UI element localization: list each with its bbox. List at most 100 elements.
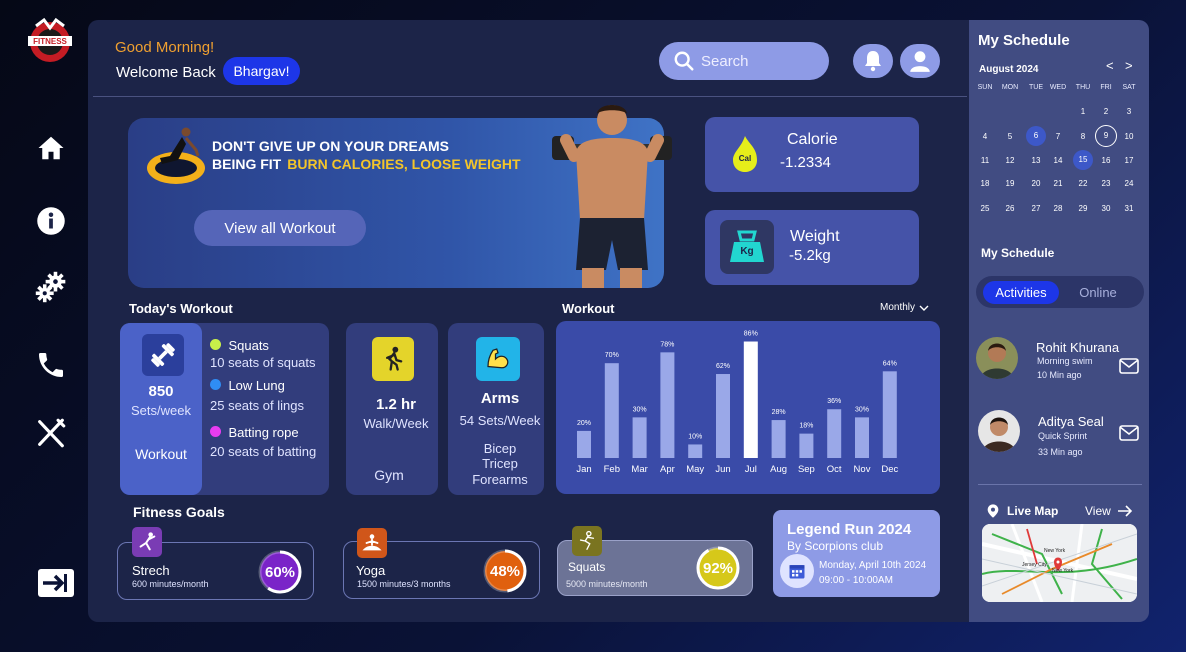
calendar-month: August 2024 — [979, 64, 1039, 75]
calendar-day[interactable]: 30 — [1096, 204, 1116, 213]
weight-badge: Kg — [740, 246, 754, 257]
calendar-day[interactable]: 7 — [1048, 132, 1068, 141]
arms-part-forearms: Forearms — [472, 472, 528, 487]
calendar-weekday: SAT — [1122, 84, 1136, 91]
workout-chart-title: Workout — [562, 301, 615, 316]
calendar-day[interactable]: 5 — [1000, 132, 1020, 141]
calendar-weekday: SUN — [977, 84, 993, 91]
view-all-workout-button[interactable]: View all Workout — [194, 210, 366, 246]
person-activity: Morning swim — [1037, 356, 1093, 366]
gym-label: Gym — [374, 467, 404, 483]
stretch-icon — [132, 527, 162, 557]
calendar-weekday: WED — [1049, 84, 1067, 91]
calendar-day[interactable]: 8 — [1073, 132, 1093, 141]
calendar-day[interactable]: 20 — [1026, 179, 1046, 188]
exercise-desc: 25 seats of lings — [210, 398, 304, 413]
calendar-day[interactable]: 13 — [1026, 156, 1046, 165]
goal-progress-ring: 60% — [257, 549, 303, 595]
calendar-weekday: FRI — [1100, 84, 1112, 91]
period-dropdown[interactable]: Monthly — [880, 302, 929, 313]
calendar-day[interactable]: 17 — [1119, 156, 1139, 165]
notification-button[interactable] — [853, 44, 893, 78]
calendar-day[interactable]: 23 — [1096, 179, 1116, 188]
bar-value-label: 86% — [744, 331, 758, 338]
home-icon[interactable] — [34, 131, 68, 165]
calendar-day[interactable]: 27 — [1026, 204, 1046, 213]
calendar-day[interactable]: 3 — [1119, 107, 1139, 116]
prev-month-button[interactable]: < — [1106, 58, 1114, 73]
mail-icon[interactable] — [1119, 424, 1139, 447]
flame-icon: Cal — [729, 134, 761, 174]
next-month-button[interactable]: > — [1125, 58, 1133, 73]
exercise-name: Batting rope — [228, 425, 299, 440]
bar-jun[interactable] — [716, 374, 730, 458]
x-tick-label: Apr — [660, 464, 675, 475]
live-map[interactable]: New York New York Jersey City — [982, 524, 1137, 602]
bar-jul[interactable] — [743, 341, 758, 458]
mail-icon[interactable] — [1119, 357, 1139, 380]
x-tick-label: Oct — [827, 464, 842, 475]
calendar-day[interactable]: 26 — [1000, 204, 1020, 213]
calendar-weekday: THU — [1075, 84, 1091, 91]
bar-aug[interactable] — [771, 420, 786, 458]
calendar-day[interactable]: 4 — [975, 132, 995, 141]
calendar-day[interactable]: 16 — [1096, 156, 1116, 165]
calorie-badge: Cal — [738, 154, 752, 163]
bar-sep[interactable] — [799, 433, 814, 458]
utensils-icon[interactable] — [34, 416, 68, 450]
bar-mar[interactable] — [632, 417, 647, 458]
tab-online[interactable]: Online — [1070, 281, 1126, 304]
calendar-day[interactable]: 2 — [1096, 107, 1116, 116]
calendar-day[interactable]: 14 — [1048, 156, 1068, 165]
logout-icon[interactable] — [37, 567, 75, 599]
goal-desc: 1500 minutes/3 months — [357, 579, 451, 589]
calendar-day[interactable]: 29 — [1073, 204, 1093, 213]
phone-icon[interactable] — [34, 348, 68, 382]
event-date: Monday, April 10th 2024 — [819, 560, 927, 571]
bar-oct[interactable] — [827, 409, 842, 458]
goal-progress-ring: 48% — [482, 548, 528, 594]
tab-activities[interactable]: Activities — [983, 281, 1059, 304]
bar-jan[interactable] — [577, 430, 591, 458]
bullet-dot — [210, 379, 221, 390]
user-icon — [910, 51, 930, 72]
calendar-day[interactable]: 25 — [975, 204, 995, 213]
exercise-desc: 10 seats of squats — [210, 355, 316, 370]
bar-nov[interactable] — [855, 417, 869, 458]
calendar-day[interactable]: 18 — [975, 179, 995, 188]
search-placeholder: Search — [701, 52, 749, 70]
calendar-day[interactable]: 31 — [1119, 204, 1139, 213]
calendar-day[interactable]: 21 — [1048, 179, 1068, 188]
weight-title: Weight — [790, 228, 840, 245]
bar-apr[interactable] — [660, 352, 675, 458]
calendar-day[interactable]: 15 — [1073, 150, 1093, 170]
calendar-day[interactable]: 9 — [1095, 125, 1117, 147]
bar-dec[interactable] — [882, 371, 897, 458]
calendar-day[interactable]: 6 — [1026, 126, 1046, 146]
workout-sets-value: 850 — [148, 383, 174, 400]
calendar-day[interactable]: 19 — [1000, 179, 1020, 188]
bar-feb[interactable] — [604, 363, 619, 458]
location-pin-icon — [985, 503, 1001, 524]
calendar-day[interactable]: 28 — [1048, 204, 1068, 213]
settings-icon[interactable] — [34, 270, 68, 304]
calendar-day[interactable]: 11 — [975, 156, 995, 165]
bar-value-label: 62% — [716, 363, 730, 370]
calendar-day[interactable]: 1 — [1073, 107, 1093, 116]
search-input[interactable]: Search — [659, 42, 829, 80]
profile-button[interactable] — [900, 44, 940, 78]
bullet-dot — [210, 426, 221, 437]
calendar-day[interactable]: 10 — [1119, 132, 1139, 141]
brand-logo: FITNESS — [22, 16, 78, 66]
exercise-name: Low Lung — [228, 378, 285, 393]
goal-name: Squats — [568, 560, 606, 574]
bar-may[interactable] — [688, 444, 703, 458]
info-icon[interactable] — [34, 204, 68, 238]
calendar-day[interactable]: 24 — [1119, 179, 1139, 188]
banner-subline-highlight: BURN CALORIES, LOOSE WEIGHT — [287, 156, 521, 172]
calendar-day[interactable]: 22 — [1073, 179, 1093, 188]
avatar — [976, 337, 1018, 379]
calendar-day[interactable]: 12 — [1000, 156, 1020, 165]
map-view-link[interactable]: View — [1085, 504, 1133, 518]
bar-value-label: 28% — [772, 409, 786, 416]
